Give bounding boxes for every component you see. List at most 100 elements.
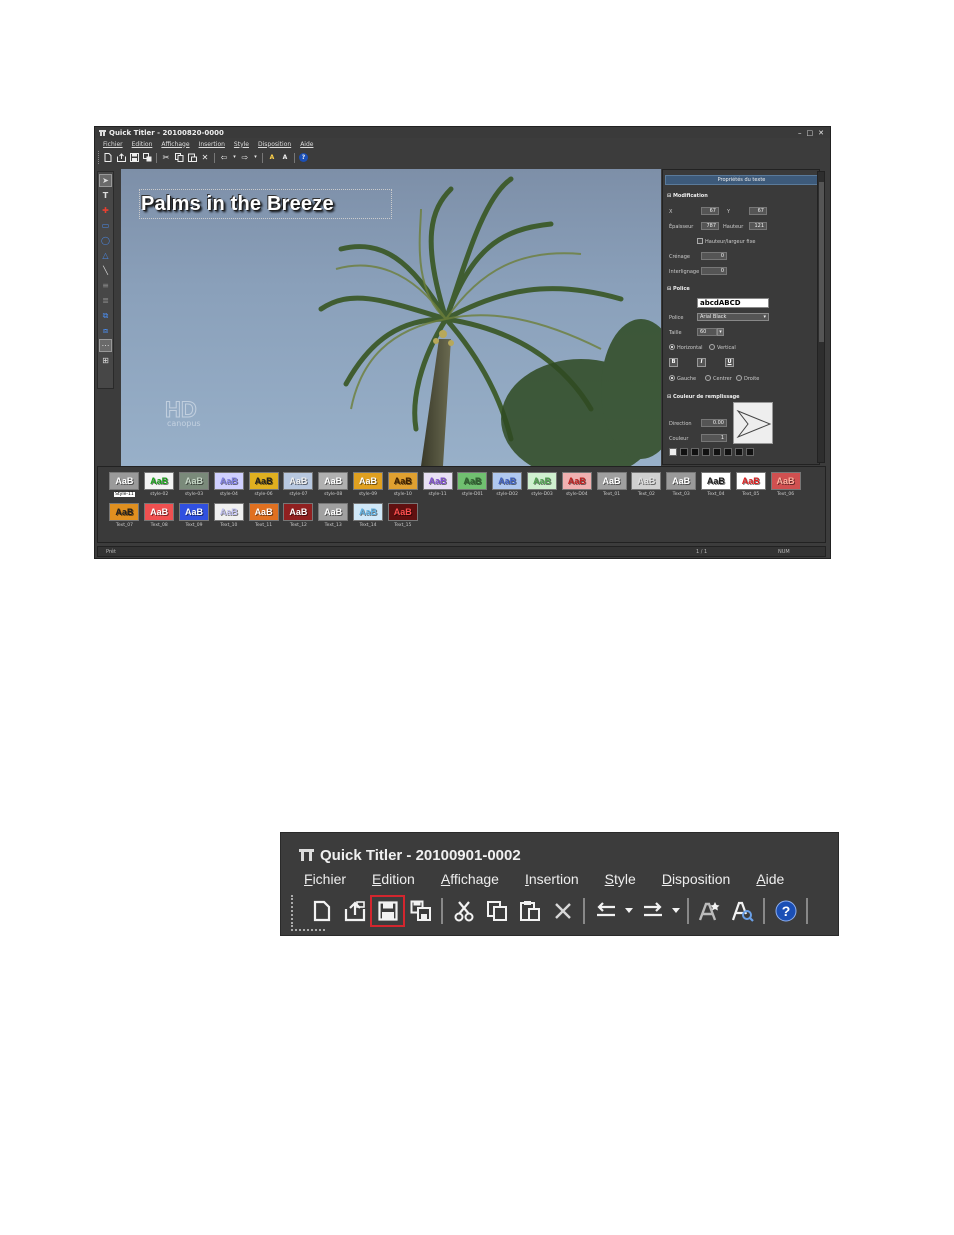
style-preset[interactable]: AaB Text_14 <box>351 503 386 528</box>
line-tool-icon[interactable]: ╲ <box>99 264 112 277</box>
redo-dropdown-icon[interactable]: ▾ <box>253 153 258 163</box>
y-input[interactable]: 67 <box>749 207 767 215</box>
delete-icon[interactable]: ✕ <box>200 153 210 163</box>
menu-aide[interactable]: Aide <box>300 141 313 148</box>
menu-disposition[interactable]: Disposition <box>258 141 291 148</box>
open-file-button[interactable] <box>338 896 371 926</box>
bring-front-icon[interactable]: ⧉ <box>99 309 112 322</box>
color-swatch[interactable] <box>702 448 710 456</box>
ellipse-tool-icon[interactable]: ◯ <box>99 234 112 247</box>
zoom-menu-item[interactable]: Affichage <box>441 871 499 887</box>
menu-style[interactable]: Style <box>234 141 249 148</box>
title-canvas[interactable]: Palms in the Breeze HD canopus <box>121 169 661 466</box>
underline-button[interactable]: U <box>725 358 734 367</box>
style-preset[interactable]: AaB style-03 <box>177 472 212 497</box>
rectangle-tool-icon[interactable]: ▭ <box>99 219 112 232</box>
grid-tool-icon[interactable]: ⋯ <box>99 339 112 352</box>
close-icon[interactable]: ✕ <box>818 129 824 137</box>
bold-button[interactable]: B <box>669 358 678 367</box>
menu-fichier[interactable]: Fichier <box>103 141 123 148</box>
save-as-icon[interactable] <box>142 153 152 163</box>
style-preset[interactable]: AaB style-07 <box>281 472 316 497</box>
section-fill-color[interactable]: ⊟ Couleur de remplissage <box>667 394 740 400</box>
redo-icon[interactable]: ⇨ <box>240 153 250 163</box>
style-preset[interactable]: AaB Text_15 <box>385 503 420 528</box>
kerning-input[interactable]: 0 <box>701 252 727 260</box>
color-swatch[interactable] <box>713 448 721 456</box>
zoom-menu-item[interactable]: Edition <box>372 871 415 887</box>
color-swatch[interactable] <box>724 448 732 456</box>
zoom-menu-item[interactable]: Style <box>605 871 636 887</box>
align-tool-icon[interactable]: ≡ <box>99 279 112 292</box>
text-tool-icon[interactable]: T <box>99 189 112 202</box>
style-preset[interactable]: AaB style-D02 <box>490 472 525 497</box>
cut-button[interactable] <box>447 896 480 926</box>
style-preset[interactable]: AaB style-D03 <box>525 472 560 497</box>
style-preset[interactable]: AaB Text_01 <box>594 472 629 497</box>
style-preset[interactable]: AaB Text_06 <box>768 472 803 497</box>
color-swatch[interactable] <box>680 448 688 456</box>
style-preset[interactable]: AaB style-11 <box>420 472 455 497</box>
save-icon[interactable] <box>129 153 139 163</box>
scrollbar-thumb[interactable] <box>819 182 824 342</box>
menu-insertion[interactable]: Insertion <box>199 141 225 148</box>
move-tool-icon[interactable]: ✚ <box>99 204 112 217</box>
redo-dropdown-button[interactable] <box>669 896 683 926</box>
open-file-icon[interactable] <box>116 153 126 163</box>
style-preset[interactable]: AaB Text_11 <box>246 503 281 528</box>
section-font[interactable]: ⊟ Police <box>667 286 690 292</box>
undo-button[interactable] <box>589 896 622 926</box>
save-as-button[interactable] <box>404 896 437 926</box>
style-preset[interactable]: AaB style-02 <box>142 472 177 497</box>
paste-button[interactable] <box>513 896 546 926</box>
align-left-radio[interactable] <box>669 375 675 381</box>
color-swatch[interactable] <box>691 448 699 456</box>
style-preset[interactable]: AaB Text_12 <box>281 503 316 528</box>
direction-arrow-preview[interactable] <box>733 402 773 444</box>
menu-affichage[interactable]: Affichage <box>161 141 189 148</box>
copy-icon[interactable] <box>174 153 184 163</box>
fixed-ratio-checkbox[interactable] <box>697 238 703 244</box>
size-select[interactable]: 60 ▾ <box>697 328 724 336</box>
style-preset[interactable]: AaB Text_13 <box>316 503 351 528</box>
style-preset[interactable]: AaB style-08 <box>316 472 351 497</box>
direction-input[interactable]: 0.00 <box>701 419 727 427</box>
leading-input[interactable]: 0 <box>701 267 727 275</box>
color-swatch[interactable] <box>735 448 743 456</box>
zoom-menu-item[interactable]: Disposition <box>662 871 731 887</box>
canvas-title-text[interactable]: Palms in the Breeze <box>141 193 334 216</box>
redo-button[interactable] <box>636 896 669 926</box>
style-preset[interactable]: AaB style-10 <box>385 472 420 497</box>
delete-button[interactable] <box>546 896 579 926</box>
text-style-button[interactable] <box>693 896 726 926</box>
style-preset[interactable]: AaB Text_05 <box>733 472 768 497</box>
style-preset[interactable]: AaB Text_04 <box>699 472 734 497</box>
toolbar-grip[interactable] <box>291 929 325 932</box>
style-preset[interactable]: AaB Text_07 <box>107 503 142 528</box>
minimize-icon[interactable]: – <box>798 129 802 137</box>
find-text-button[interactable] <box>726 896 759 926</box>
style-preset[interactable]: AaB style-04 <box>211 472 246 497</box>
style-preset[interactable]: AaB style-06 <box>246 472 281 497</box>
style-preset[interactable]: AaB Text_02 <box>629 472 664 497</box>
send-back-icon[interactable]: ⧈ <box>99 324 112 337</box>
font-select[interactable]: Arial Black ▾ <box>697 313 769 321</box>
zoom-menu-item[interactable]: Fichier <box>304 871 346 887</box>
style-preset[interactable]: AaB Text_03 <box>664 472 699 497</box>
text-style-icon[interactable]: A <box>267 153 277 163</box>
x-input[interactable]: 67 <box>701 207 719 215</box>
color-swatch[interactable] <box>669 448 677 456</box>
style-preset[interactable]: AaB Text_09 <box>177 503 212 528</box>
undo-icon[interactable]: ⇦ <box>219 153 229 163</box>
paste-icon[interactable] <box>187 153 197 163</box>
cut-icon[interactable]: ✂ <box>161 153 171 163</box>
style-preset[interactable]: AaB style-D04 <box>559 472 594 497</box>
new-file-icon[interactable] <box>103 153 113 163</box>
section-modification[interactable]: ⊟ Modification <box>667 193 708 199</box>
color-input[interactable]: 1 <box>701 434 727 442</box>
vertical-radio[interactable] <box>709 344 715 350</box>
maximize-icon[interactable]: □ <box>807 129 814 137</box>
select-tool-icon[interactable]: ➤ <box>99 174 112 187</box>
zoom-menu-item[interactable]: Insertion <box>525 871 579 887</box>
undo-dropdown-icon[interactable]: ▾ <box>232 153 237 163</box>
